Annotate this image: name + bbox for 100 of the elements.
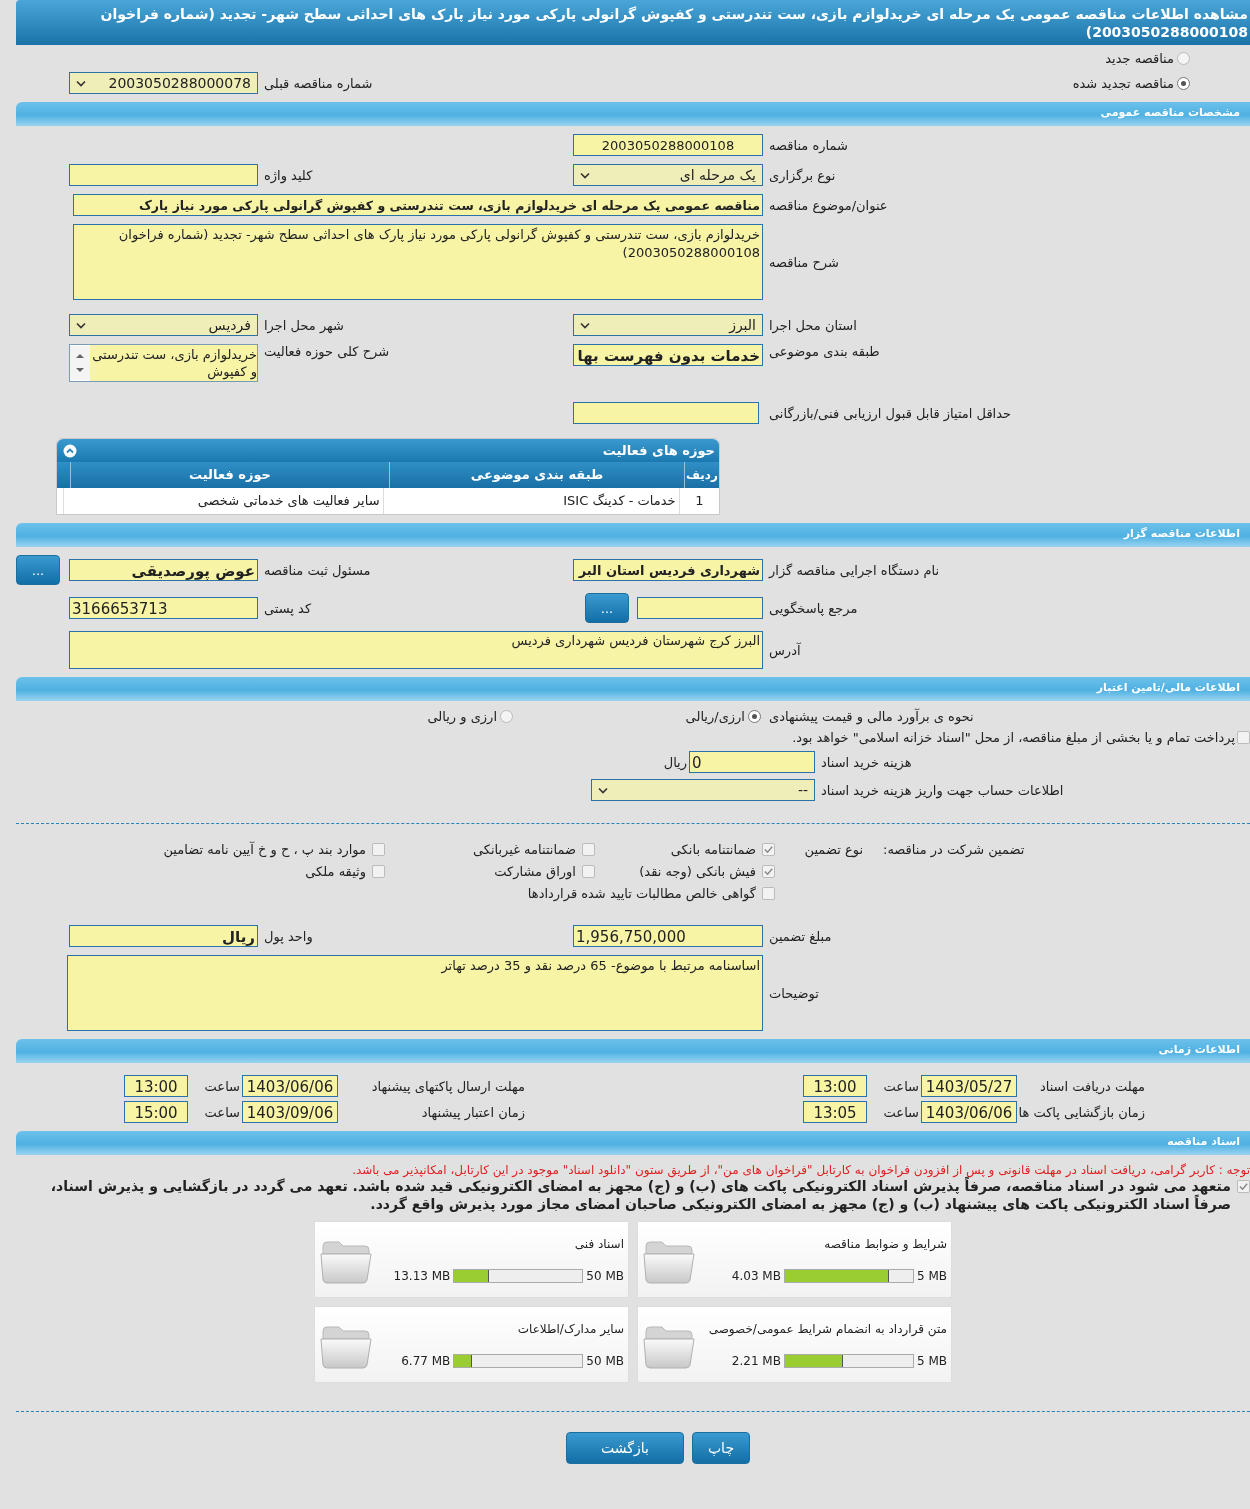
field-label: نام دستگاه اجرایی مناقصه گزار <box>767 562 940 578</box>
text-area[interactable]: اساسنامه مرتبط با موضوع- 65 درصد نقد و 35 درصد تهاتر <box>67 955 763 1031</box>
input-field[interactable]: 3166653713 <box>69 597 258 619</box>
radio-button[interactable] <box>1177 76 1190 90</box>
field-label: زمان اعتبار پیشنهاد <box>420 1104 525 1120</box>
checkbox[interactable] <box>582 843 595 856</box>
dropdown[interactable]: 2003050288000078 <box>69 72 258 94</box>
radio-option[interactable]: ارزی/ریالی <box>573 709 763 724</box>
file-size: 4.03 MB <box>731 1268 781 1283</box>
checkbox-option[interactable]: اوراق مشارکت <box>385 864 595 879</box>
commitment-text: متعهد می شود در اسناد مناقصه، صرفاً پذیرش اسناد الکترونیکی پاکت های (ب) و (ج) مجهز به امضای الکترونیکی قید شده باشد. تعهد می گردد در بازگشایی و پذیرش اسناد، صرفاً اسناد الکترونیکی پاکت های پیشنهاد (ب) و (ج) مجهز به امضای الکترونیکی صاحبان امضای مجاز مورد پذیرش واقع گردد. <box>49 1177 1231 1213</box>
document-name: اسناد فنی <box>573 1236 624 1251</box>
checkbox[interactable] <box>1237 1180 1250 1193</box>
print-button[interactable]: چاپ <box>692 1432 750 1464</box>
field-label: مهلت ارسال پاکتهای پیشنهاد <box>370 1078 525 1094</box>
field-label: ساعت <box>882 1104 920 1120</box>
back-button[interactable]: بازگشت <box>566 1432 684 1464</box>
page-title: مشاهده اطلاعات مناقصه عمومی یک مرحله ای خریدلوازم بازی، ست تندرستی و کفپوش گرانولی پارکی مورد نیاز پارک های احداثی سطح شهر- تجدید (شماره فراخوان 2003050288000108) <box>16 0 1250 45</box>
list-box[interactable]: خریدلوازم بازی، ست تندرستی و کفپوش <box>69 344 258 382</box>
checkbox-option[interactable]: پرداخت تمام و یا بخشی از مبلغ مناقصه، از محل "اسناد خزانه اسلامی" خواهد بود. <box>16 730 1250 745</box>
document-name: سایر مدارک/اطلاعات <box>516 1321 624 1336</box>
checkmark-icon <box>763 866 774 877</box>
date-field[interactable]: 1403/05/27 <box>921 1075 1017 1097</box>
list-box-text: خریدلوازم بازی، ست تندرستی و کفپوش <box>91 346 257 381</box>
input-field[interactable] <box>69 164 258 186</box>
browse-button[interactable]: ... <box>585 593 629 623</box>
checkbox-option[interactable]: ضمانتنامه بانکی <box>595 842 775 857</box>
checkbox[interactable] <box>762 843 775 856</box>
field-label: آدرس <box>768 642 801 658</box>
field-label: نوع برگزاری <box>768 167 836 183</box>
radio-button[interactable] <box>1177 52 1190 65</box>
checkmark-icon <box>763 844 774 855</box>
checkbox-option[interactable]: فیش بانکی (وجه نقد) <box>595 864 775 879</box>
field-label: تضمین شرکت در مناقصه: <box>882 842 1025 857</box>
field-label: نحوه ی برآورد مالی و قیمت پیشنهادی <box>768 709 974 724</box>
field-label: مهلت دریافت اسناد <box>1038 1078 1145 1094</box>
dropdown[interactable]: البرز <box>573 314 763 336</box>
radio-button[interactable] <box>748 710 761 723</box>
table-cell: 1 <box>678 488 719 514</box>
field-label: واحد پول <box>263 928 313 944</box>
input-field[interactable]: 0 <box>689 751 815 773</box>
radio-option[interactable]: مناقصه جدید <box>763 51 1250 66</box>
checkbox[interactable] <box>582 865 595 878</box>
date-field[interactable]: 1403/06/06 <box>242 1075 338 1097</box>
input-field[interactable]: شهرداری فردیس استان البر <box>573 559 763 581</box>
input-field[interactable]: خدمات بدون فهرست بها <box>573 344 763 366</box>
unit-label: ریال <box>663 754 688 770</box>
table-title: حوزه های فعالیت <box>602 443 715 458</box>
date-field[interactable]: 1403/06/06 <box>921 1101 1017 1123</box>
input-field[interactable]: عوض پورصدیقی <box>69 559 258 581</box>
dropdown[interactable]: یک مرحله ای <box>573 164 763 186</box>
chevron-icon <box>580 321 590 329</box>
time-field[interactable]: 15:00 <box>124 1101 188 1123</box>
checkbox-option[interactable]: ضمانتنامه غیربانکی <box>385 842 595 857</box>
checkbox-option[interactable]: وثیقه ملکی <box>16 864 385 879</box>
input-field[interactable]: 2003050288000108 <box>573 134 763 156</box>
field-label: شهر محل اجرا <box>263 317 344 333</box>
checkbox-option[interactable]: موارد بند پ ، ح و خ آیین نامه تضامین <box>16 842 385 857</box>
input-field[interactable]: مناقصه عمومی یک مرحله ای خریدلوازم بازی، ست تندرستی و کفپوش گرانولی پارکی مورد نیاز پارک <box>73 194 763 216</box>
field-label: شماره مناقصه قبلی <box>263 75 373 91</box>
input-field[interactable]: 1,956,750,000 <box>573 925 763 947</box>
input-field[interactable] <box>637 597 763 619</box>
radio-option[interactable]: ارزی و ریالی <box>427 709 573 724</box>
browse-button[interactable]: ... <box>16 555 60 585</box>
checkbox-option[interactable]: گواهی خالص مطالبات تایید شده قراردادها <box>385 886 775 901</box>
radio-button[interactable] <box>500 710 513 723</box>
table-cell: خدمات - کدینگ ISIC <box>382 488 679 514</box>
scrollbar[interactable] <box>70 345 90 381</box>
checkbox[interactable] <box>762 887 775 900</box>
table-cell: سایر فعالیت های خدماتی شخصی <box>63 488 383 514</box>
size-limit: 5 MB <box>916 1353 947 1368</box>
column-header: طبقه بندی موضوعی <box>389 462 684 488</box>
field-label: شرح کلی حوزه فعالیت <box>263 344 390 359</box>
chevron-icon <box>580 171 590 179</box>
section-header: اطلاعات مالی/تامین اعتبار <box>16 677 1250 701</box>
input-field[interactable] <box>573 402 759 424</box>
document-name: متن قرارداد به انضمام شرایط عمومی/خصوصی <box>707 1321 947 1336</box>
field-label: شماره مناقصه <box>768 137 848 153</box>
time-field[interactable]: 13:05 <box>803 1101 867 1123</box>
text-area[interactable]: البرز کرج شهرستان فردیس شهرداری فردیس <box>69 631 763 669</box>
checkbox[interactable] <box>372 843 385 856</box>
field-label: ساعت <box>203 1078 241 1094</box>
checkbox[interactable] <box>1237 731 1250 744</box>
dropdown[interactable]: فردیس <box>69 314 258 336</box>
column-header: ردیف <box>684 462 719 488</box>
chevron-icon <box>76 79 86 87</box>
size-limit: 50 MB <box>586 1353 624 1368</box>
time-field[interactable]: 13:00 <box>124 1075 188 1097</box>
checkbox[interactable] <box>762 865 775 878</box>
collapse-icon[interactable] <box>63 443 77 458</box>
time-field[interactable]: 13:00 <box>803 1075 867 1097</box>
notice-text: توجه : کاربر گرامی، دریافت اسناد در مهلت قانونی و پس از افزودن فراخوان به کارتابل "فراخوان های من"، از طریق ستون "دانلود اسناد" موجود در این کارتابل، امکانپذیر می باشد. <box>351 1163 1250 1177</box>
field-label: توضیحات <box>768 985 819 1001</box>
input-field[interactable]: ریال <box>69 925 258 947</box>
checkbox[interactable] <box>372 865 385 878</box>
radio-option[interactable]: مناقصه تجدید شده <box>763 75 1250 91</box>
chevron-icon <box>76 321 86 329</box>
dropdown[interactable]: -- <box>591 779 815 801</box>
date-field[interactable]: 1403/09/06 <box>242 1101 338 1123</box>
text-area[interactable]: خریدلوازم بازی، ست تندرستی و کفپوش گرانولی پارکی مورد نیاز پارک های احداثی سطح شهر- تجدید (شماره فراخوان 2003050288000108) <box>73 224 763 300</box>
